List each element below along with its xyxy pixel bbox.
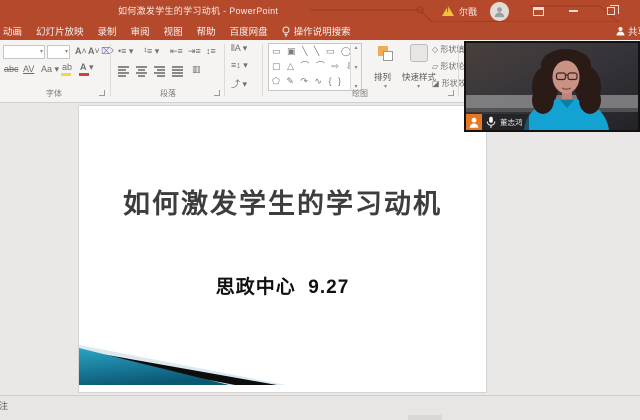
justify-button[interactable] <box>172 66 183 78</box>
increase-indent-button[interactable]: ⇥≡ <box>188 46 201 57</box>
restore-button[interactable] <box>596 0 626 22</box>
ribbon-tab-bar: 动画 幻灯片放映 录制 审阅 视图 帮助 百度网盘 操作说明搜索 <box>0 22 640 40</box>
status-bar-chip <box>408 415 442 420</box>
tab-baidu-netdisk[interactable]: 百度网盘 <box>230 24 268 38</box>
bullets-button[interactable]: •≡ ▾ <box>118 46 133 57</box>
tab-record[interactable]: 录制 <box>98 24 117 38</box>
paragraph-group-label: 段落 <box>112 88 224 99</box>
arrange-button[interactable]: 排列 <box>374 71 391 83</box>
tab-help[interactable]: 帮助 <box>197 24 216 38</box>
paragraph-dialog-launcher[interactable] <box>214 90 220 96</box>
restore-icon <box>607 7 615 15</box>
tell-me-label: 操作说明搜索 <box>294 24 351 38</box>
align-left-button[interactable] <box>118 66 129 78</box>
tab-animations[interactable]: 动画 <box>3 24 22 38</box>
clear-formatting-button[interactable]: ⌦ <box>101 46 114 57</box>
autosave-warning-icon <box>442 0 454 22</box>
font-color-strip <box>79 73 89 76</box>
share-person-icon <box>616 26 625 36</box>
shapes-row-1: ▭ ▣ ╲ ╲ ▭ ◯ <box>269 44 361 59</box>
drawing-group-label: 绘图 <box>262 88 458 99</box>
webcam-participant-name: 董志鸿 <box>500 117 523 128</box>
line-spacing-button[interactable]: ↕≡ <box>206 46 216 56</box>
shapes-row-2: ▢ △ ⌒ ⌒ ⇨ ⇩ <box>269 59 361 74</box>
ribbon-display-options-button[interactable] <box>523 0 553 22</box>
font-dialog-launcher[interactable] <box>99 90 105 96</box>
decrease-indent-button[interactable]: ⇤≡ <box>170 46 183 57</box>
quick-styles-icon <box>410 44 428 62</box>
shapes-gallery-scrollbar[interactable]: ▴▾▾ <box>350 44 361 90</box>
share-label: 共享 <box>628 24 640 38</box>
ribbon-display-icon <box>533 7 544 16</box>
person-icon <box>493 5 506 18</box>
share-button[interactable]: 共享 <box>616 24 640 38</box>
title-bar: 如何激发学生的学习动机 - PowerPoint 尔戬 <box>0 0 640 22</box>
change-case-button[interactable]: Aa ▾ <box>41 64 59 75</box>
font-color-button[interactable]: A ▾ <box>80 62 94 73</box>
lightbulb-icon <box>282 26 290 37</box>
character-spacing-button[interactable]: AV <box>23 64 34 74</box>
columns-button[interactable]: ▥ <box>192 64 201 75</box>
align-center-button[interactable] <box>136 66 147 78</box>
drawing-dialog-launcher[interactable] <box>448 90 454 96</box>
microphone-icon[interactable] <box>486 116 496 129</box>
text-direction-button[interactable]: ⫴A ▾ <box>231 43 247 54</box>
highlight-color-button[interactable]: ab <box>62 62 72 72</box>
account-user-name[interactable]: 尔戬 <box>459 5 477 18</box>
grow-font-button[interactable]: A˄ <box>75 46 87 56</box>
shapes-row-3: ⬠ ✎ ↷ ∿ { } <box>269 74 361 89</box>
font-size-combo[interactable] <box>47 45 70 59</box>
arrange-icon <box>378 46 394 62</box>
font-group-label: 字体 <box>0 88 108 99</box>
highlight-color-strip <box>61 73 71 76</box>
align-right-button[interactable] <box>154 66 165 78</box>
webcam-video-overlay[interactable]: 董志鸿 <box>464 41 640 132</box>
window-title: 如何激发学生的学习动机 - PowerPoint <box>118 4 278 17</box>
tell-me-search[interactable]: 操作说明搜索 <box>282 24 351 38</box>
slide[interactable]: 如何激发学生的学习动机 思政中心 9.27 <box>78 105 487 393</box>
strikethrough-button[interactable]: abc <box>4 64 19 74</box>
align-text-button[interactable]: ≡↕ ▾ <box>231 60 248 71</box>
numbering-button[interactable]: ¹≡ ▾ <box>144 46 159 57</box>
tab-slideshow[interactable]: 幻灯片放映 <box>36 24 84 38</box>
quick-styles-button[interactable]: 快速样式 <box>402 71 436 83</box>
editing-canvas: 如何激发学生的学习动机 思政中心 9.27 <box>0 103 640 395</box>
tab-review[interactable]: 审阅 <box>131 24 150 38</box>
webcam-presenter-icon <box>466 114 482 130</box>
webcam-name-bar: 董志鸿 <box>466 114 529 130</box>
status-comments-partial[interactable]: 批注 <box>0 399 8 412</box>
status-bar: 批注 <box>0 395 640 420</box>
font-name-combo[interactable] <box>3 45 45 59</box>
tab-view[interactable]: 视图 <box>164 24 183 38</box>
account-avatar[interactable] <box>490 0 509 22</box>
minimize-icon <box>569 10 578 12</box>
slide-corner-decoration <box>79 104 488 392</box>
convert-smartart-button[interactable]: ⤴ ▾ <box>231 77 247 90</box>
shrink-font-button[interactable]: A˅ <box>88 46 100 56</box>
minimize-button[interactable] <box>558 0 588 22</box>
shapes-gallery[interactable]: ▭ ▣ ╲ ╲ ▭ ◯ ▢ △ ⌒ ⌒ ⇨ ⇩ ⬠ ✎ ↷ ∿ { } ▴▾▾ <box>268 43 362 91</box>
